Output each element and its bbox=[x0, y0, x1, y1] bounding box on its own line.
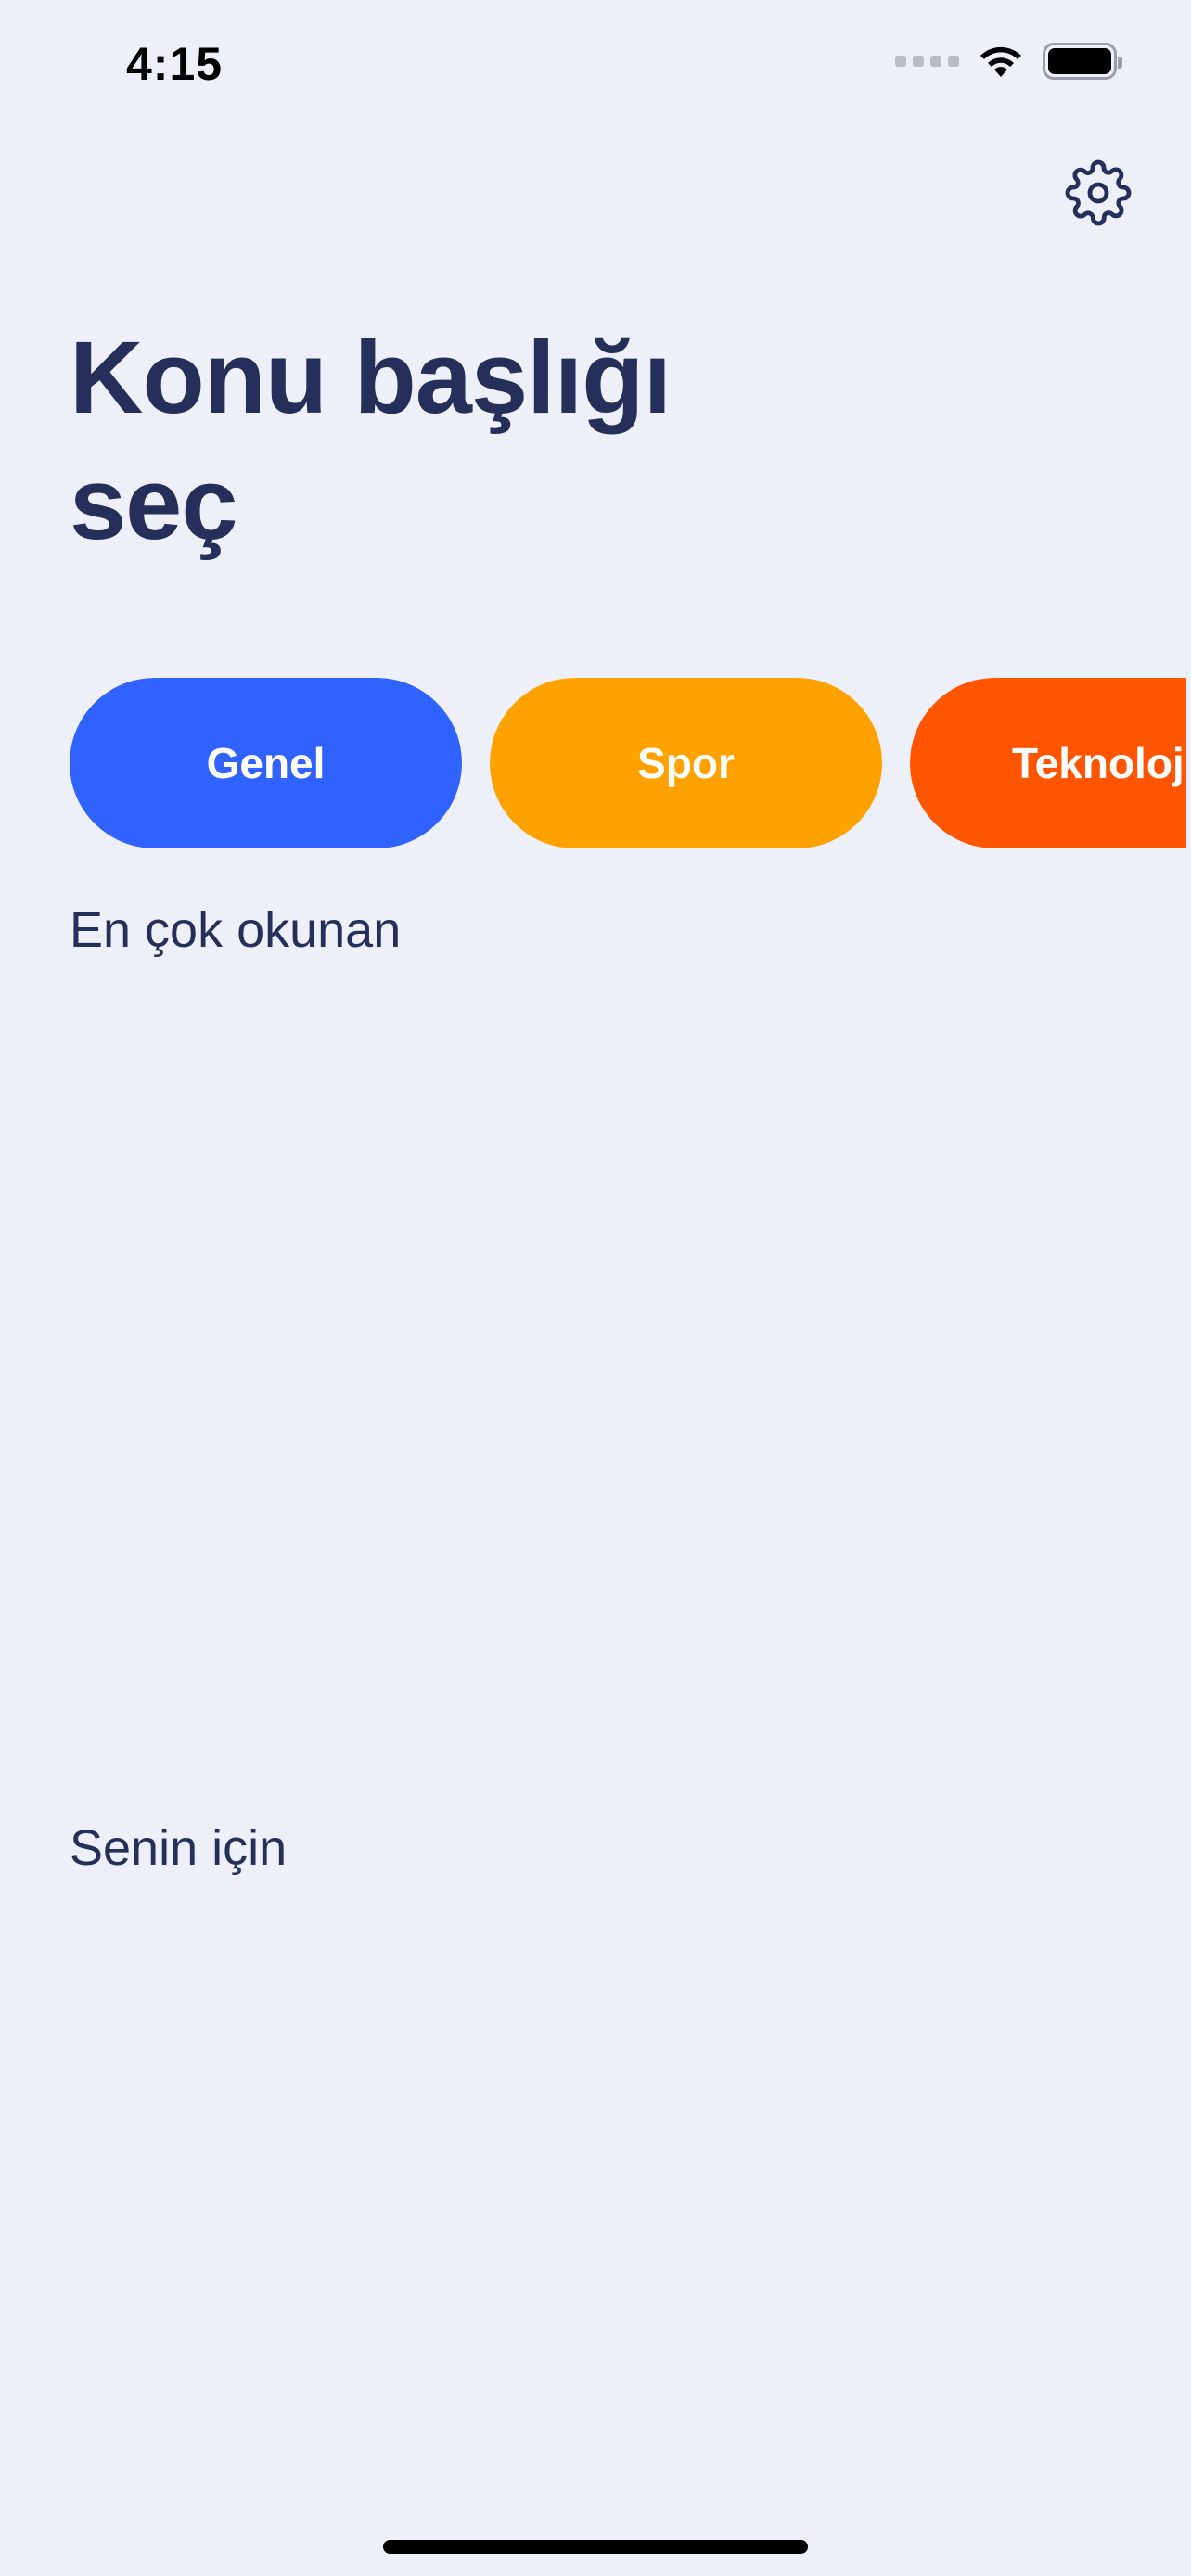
settings-button[interactable] bbox=[1063, 158, 1133, 228]
home-indicator[interactable] bbox=[383, 2540, 808, 2554]
page-title: Konu başlığı seç bbox=[70, 315, 719, 567]
status-icons bbox=[895, 43, 1122, 80]
category-list[interactable]: Genel Spor Teknoloji bbox=[70, 678, 1186, 848]
status-time: 4:15 bbox=[126, 38, 224, 90]
gear-icon bbox=[1065, 159, 1132, 226]
page-title-line2: seç bbox=[70, 447, 238, 561]
page-title-line1: Konu başlığı bbox=[70, 321, 672, 435]
battery-icon bbox=[1043, 43, 1122, 80]
wifi-icon bbox=[980, 46, 1021, 77]
signal-icon bbox=[895, 56, 959, 67]
category-genel-button[interactable]: Genel bbox=[70, 678, 462, 848]
category-teknoloji-button[interactable]: Teknoloji bbox=[910, 678, 1186, 848]
app-screen: 4:15 Konu başlığı seç Genel Spor Teknolo… bbox=[0, 0, 1191, 2576]
section-most-read-heading: En çok okunan bbox=[70, 902, 402, 958]
category-spor-button[interactable]: Spor bbox=[490, 678, 882, 848]
section-for-you-heading: Senin için bbox=[70, 1820, 288, 1876]
